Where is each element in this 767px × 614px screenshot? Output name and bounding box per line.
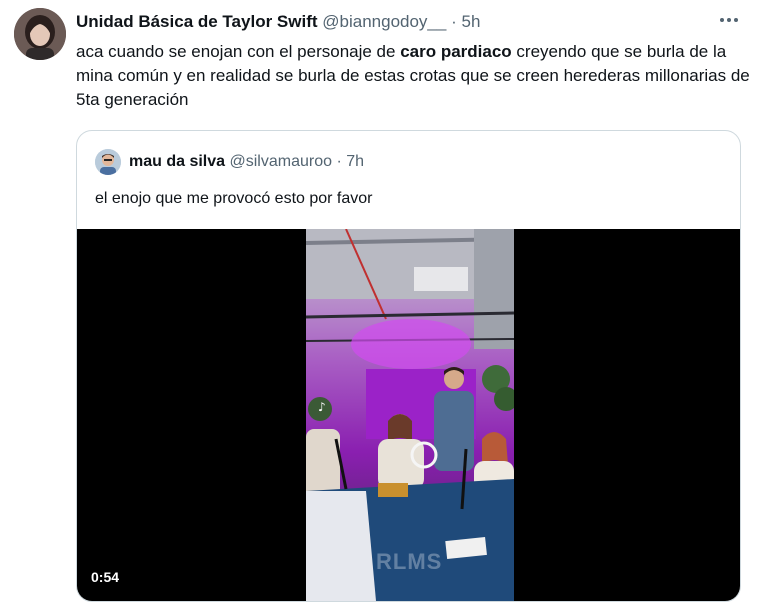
quoted-tweet-card[interactable]: mau da silva @silvamauroo · 7h el enojo … bbox=[76, 130, 741, 602]
quoted-header-separator: · bbox=[336, 153, 342, 170]
more-options-icon[interactable] bbox=[716, 10, 742, 30]
quoted-tweet-timestamp[interactable]: 7h bbox=[346, 153, 364, 170]
tweet-text-part-1: aca cuando se enojan con el personaje de bbox=[76, 42, 401, 61]
video-duration-badge: 0:54 bbox=[91, 569, 120, 585]
author-avatar[interactable] bbox=[14, 8, 66, 60]
header-separator: · bbox=[451, 12, 457, 31]
author-display-name[interactable]: Unidad Básica de Taylor Swift bbox=[76, 12, 318, 31]
tweet-header: Unidad Básica de Taylor Swift @bianngodo… bbox=[76, 11, 480, 33]
quoted-tweet-text: el enojo que me provocó esto por favor bbox=[95, 190, 373, 207]
video-watermark: RLMS bbox=[376, 549, 443, 574]
tweet-timestamp[interactable]: 5h bbox=[462, 12, 481, 31]
quoted-avatar-image bbox=[95, 149, 121, 175]
tweet-text: aca cuando se enojan con el personaje de… bbox=[76, 40, 756, 112]
quoted-author-display-name[interactable]: mau da silva bbox=[129, 153, 225, 170]
author-avatar-image bbox=[14, 8, 66, 60]
svg-text:♪: ♪ bbox=[318, 400, 326, 414]
quoted-tweet-header: mau da silva @silvamauroo · 7h bbox=[129, 152, 364, 172]
tweet-text-highlight: caro pardiaco bbox=[400, 42, 512, 61]
quoted-author-avatar[interactable] bbox=[95, 149, 121, 175]
video-thumbnail: ♪ RLMS bbox=[306, 229, 514, 601]
quoted-author-handle[interactable]: @silvamauroo bbox=[230, 153, 333, 170]
video-player[interactable]: ♪ RLMS 0:54 bbox=[77, 229, 740, 601]
author-handle[interactable]: @bianngodoy__ bbox=[322, 12, 446, 31]
